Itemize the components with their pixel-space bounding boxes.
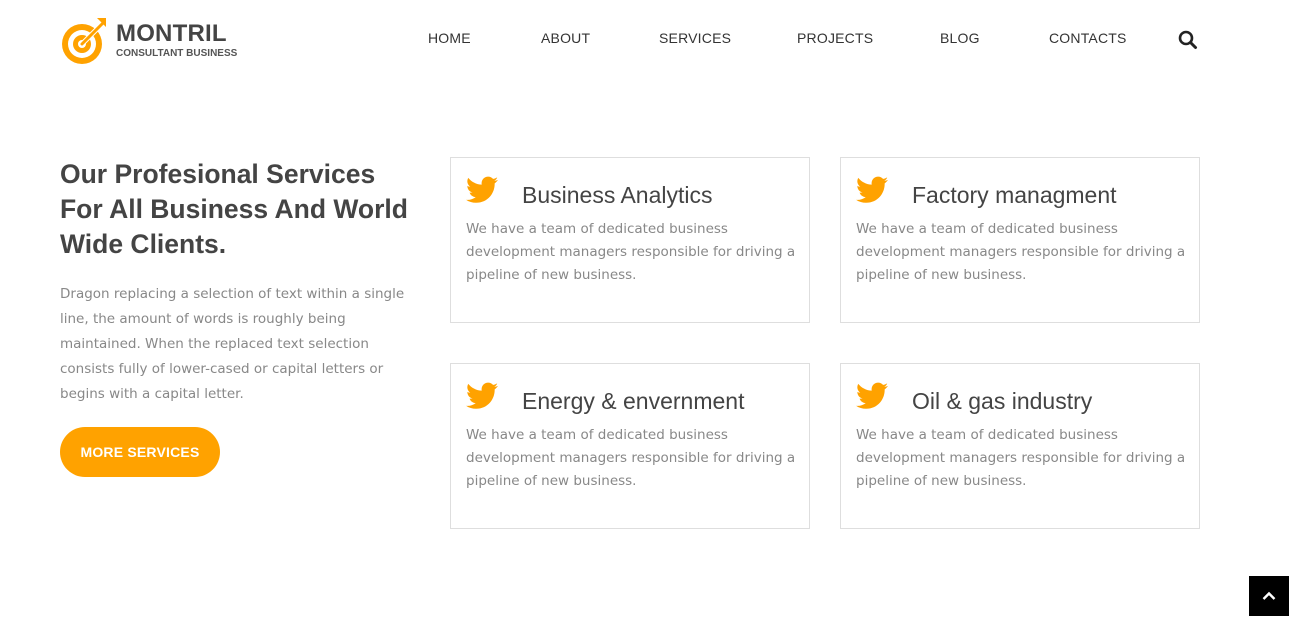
twitter-bird-icon [856, 176, 888, 204]
service-text: We have a team of dedicated business dev… [466, 427, 796, 489]
service-title: Energy & envernment [522, 388, 745, 414]
service-title: Business Analytics [522, 182, 713, 208]
service-title: Factory managment [912, 182, 1117, 208]
service-text: We have a team of dedicated business dev… [466, 221, 796, 283]
twitter-bird-icon [466, 176, 498, 204]
section-intro-text: Dragon replacing a selection of text wit… [60, 286, 405, 402]
search-icon[interactable] [1178, 30, 1198, 50]
nav-item-blog[interactable]: BLOG [940, 30, 980, 46]
nav-item-services[interactable]: SERVICES [659, 30, 731, 46]
service-card: Oil & gas industry We have a team of ded… [840, 363, 1200, 529]
main-nav: HOME ABOUT SERVICES PROJECTS BLOG CONTAC… [0, 30, 1297, 48]
back-to-top-button[interactable] [1249, 576, 1289, 616]
service-card: Business Analytics We have a team of ded… [450, 157, 810, 323]
twitter-bird-icon [856, 382, 888, 410]
service-text: We have a team of dedicated business dev… [856, 427, 1186, 489]
section-heading: Our Profesional Services For All Busines… [60, 159, 408, 259]
service-title: Oil & gas industry [912, 388, 1093, 414]
service-card: Factory managment We have a team of dedi… [840, 157, 1200, 323]
brand-tagline: CONSULTANT BUSINESS [116, 48, 238, 59]
chevron-up-icon [1262, 589, 1276, 604]
nav-item-contacts[interactable]: CONTACTS [1049, 30, 1127, 46]
nav-item-projects[interactable]: PROJECTS [797, 30, 873, 46]
service-text: We have a team of dedicated business dev… [856, 221, 1186, 283]
more-services-button[interactable]: MORE SERVICES [60, 427, 220, 477]
service-card: Energy & envernment We have a team of de… [450, 363, 810, 529]
twitter-bird-icon [466, 382, 498, 410]
nav-item-about[interactable]: ABOUT [541, 30, 590, 46]
nav-item-home[interactable]: HOME [428, 30, 471, 46]
